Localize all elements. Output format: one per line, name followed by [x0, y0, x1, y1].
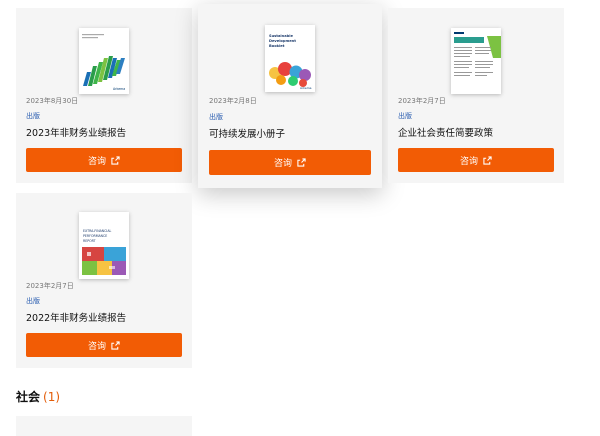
inquiry-button-label: 咨询	[459, 156, 478, 167]
svg-text:PERFORMANCE: PERFORMANCE	[83, 234, 107, 238]
section-title: 社会	[16, 390, 41, 404]
inquiry-button[interactable]: 咨询	[209, 150, 371, 175]
cover-artwork-graphic: EXTRA-FINANCIAL PERFORMANCE REPORT	[79, 212, 129, 279]
svg-text:EXTRA-FINANCIAL: EXTRA-FINANCIAL	[83, 229, 112, 233]
publication-card[interactable]: Arkema 2023年8月30日 出版 2023年非财务业绩报告 咨询	[16, 8, 192, 183]
inquiry-button[interactable]: 咨询	[26, 148, 182, 172]
svg-text:Arkema: Arkema	[113, 87, 125, 91]
cover-artwork-graphic: Arkema	[82, 34, 125, 91]
cover-artwork-graphic	[451, 28, 501, 94]
svg-text:Development: Development	[269, 39, 296, 43]
cover-thumbnail[interactable]: Sustainable Development Booklet Arkema	[265, 25, 315, 92]
cover-thumbnail[interactable]	[451, 28, 501, 94]
publication-date: 2023年2月7日	[26, 282, 74, 290]
external-link-icon	[483, 155, 492, 165]
svg-text:Sustainable: Sustainable	[269, 34, 293, 38]
cover-thumbnail[interactable]: EXTRA-FINANCIAL PERFORMANCE REPORT	[79, 212, 129, 279]
publication-card[interactable]: EXTRA-FINANCIAL PERFORMANCE REPORT 2023年…	[16, 193, 192, 368]
publication-category[interactable]: 出版	[26, 111, 40, 121]
publication-card[interactable]	[16, 416, 192, 436]
external-link-icon	[111, 155, 120, 165]
publication-title: 2023年非财务业绩报告	[26, 128, 127, 139]
section-count: (1)	[43, 390, 61, 404]
publication-card[interactable]: Sustainable Development Booklet Arkema 2…	[198, 4, 382, 188]
publication-date: 2023年8月30日	[26, 97, 79, 105]
inquiry-button-label: 咨询	[87, 341, 106, 352]
publication-category[interactable]: 出版	[26, 296, 40, 306]
publication-category[interactable]: 出版	[398, 111, 412, 121]
publication-date: 2023年2月7日	[398, 97, 446, 105]
svg-text:Arkema: Arkema	[300, 86, 312, 90]
cover-artwork-graphic: Sustainable Development Booklet Arkema	[265, 25, 315, 92]
external-link-icon	[297, 158, 306, 167]
publication-title: 企业社会责任简要政策	[398, 128, 494, 139]
inquiry-button[interactable]: 咨询	[398, 148, 554, 172]
publication-title: 2022年非财务业绩报告	[26, 313, 127, 324]
external-link-icon	[111, 340, 120, 350]
cover-thumbnail[interactable]: Arkema	[79, 28, 129, 94]
inquiry-button-label: 咨询	[273, 159, 292, 169]
section-heading-social: 社会 (1)	[16, 388, 60, 405]
publication-card[interactable]: 2023年2月7日 出版 企业社会责任简要政策 咨询	[388, 8, 564, 183]
inquiry-button[interactable]: 咨询	[26, 333, 182, 357]
publication-title: 可持续发展小册子	[209, 129, 286, 140]
publication-category[interactable]: 出版	[209, 112, 223, 122]
inquiry-button-label: 咨询	[87, 156, 106, 167]
svg-text:Booklet: Booklet	[269, 44, 285, 48]
svg-text:REPORT: REPORT	[83, 239, 96, 243]
publication-date: 2023年2月8日	[209, 97, 257, 105]
